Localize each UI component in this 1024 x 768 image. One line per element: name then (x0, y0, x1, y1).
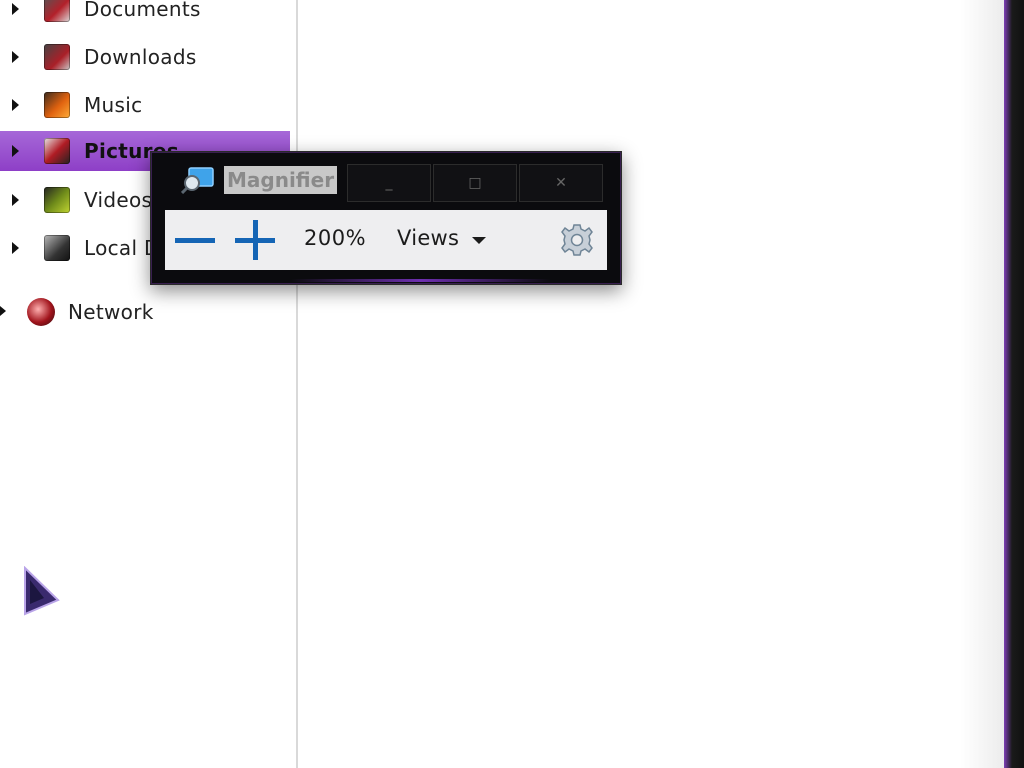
maximize-icon: □ (468, 175, 482, 191)
navigation-pane: Documents Downloads Music Pictures Video… (0, 0, 296, 768)
expand-arrow-icon[interactable] (12, 51, 19, 63)
nav-item-documents[interactable]: Documents (0, 0, 290, 29)
zoom-level-readout: 200% (304, 226, 367, 250)
network-globe-icon (27, 298, 55, 326)
maximize-button[interactable]: □ (433, 164, 517, 202)
magnifier-toolbar: 200% Views (165, 210, 607, 270)
downloads-folder-icon (44, 44, 70, 70)
expand-arrow-icon[interactable] (12, 145, 19, 157)
mouse-cursor-icon (24, 566, 60, 616)
zoom-in-button[interactable] (235, 220, 275, 260)
videos-folder-icon (44, 187, 70, 213)
nav-item-label: Videos (84, 188, 153, 212)
zoom-out-button[interactable] (175, 222, 215, 258)
documents-folder-icon (44, 0, 70, 22)
pictures-folder-icon (44, 138, 70, 164)
close-button[interactable]: ✕ (519, 164, 603, 202)
magnifier-app-icon (181, 167, 214, 194)
pane-splitter[interactable] (296, 0, 298, 768)
nav-item-label: Downloads (84, 45, 197, 69)
expand-arrow-icon[interactable] (12, 194, 19, 206)
nav-item-label: Music (84, 93, 143, 117)
close-icon: ✕ (555, 175, 567, 191)
local-disk-icon (44, 235, 70, 261)
expand-arrow-icon[interactable] (0, 306, 6, 316)
nav-item-network[interactable]: Network (0, 292, 290, 332)
minimize-button[interactable]: _ (347, 164, 431, 202)
nav-item-music[interactable]: Music (0, 85, 290, 125)
magnifier-window[interactable]: Magnifier _ □ ✕ 200% Views (150, 151, 622, 285)
expand-arrow-icon[interactable] (12, 3, 19, 15)
nav-item-downloads[interactable]: Downloads (0, 37, 290, 77)
expand-arrow-icon[interactable] (12, 242, 19, 254)
gear-icon[interactable] (559, 222, 595, 258)
chevron-down-icon[interactable] (472, 237, 486, 244)
music-folder-icon (44, 92, 70, 118)
minimize-icon: _ (385, 175, 393, 191)
window-frame-edge (1004, 0, 1024, 768)
nav-item-label: Network (68, 300, 154, 324)
nav-item-label: Documents (84, 0, 201, 21)
window-title: Magnifier (224, 166, 338, 194)
views-dropdown-button[interactable]: Views (397, 226, 459, 250)
window-edge-shadow (960, 0, 1004, 768)
expand-arrow-icon[interactable] (12, 99, 19, 111)
